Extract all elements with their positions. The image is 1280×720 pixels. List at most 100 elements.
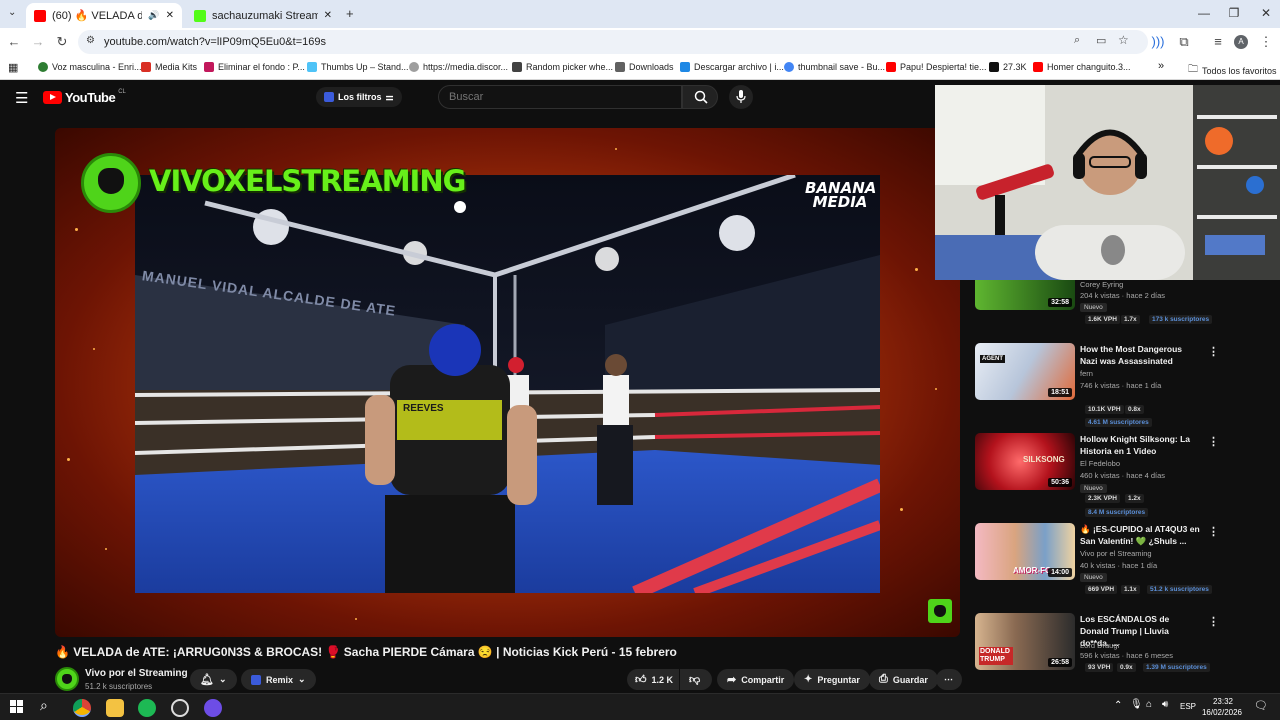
- search-icon[interactable]: ⌕: [40, 697, 48, 714]
- chevron-down-icon: ⌄: [218, 674, 227, 684]
- channel-name[interactable]: Vivo por el Streaming: [85, 668, 188, 679]
- video-thumbnail[interactable]: AMOR-FO 14:00: [975, 523, 1075, 580]
- video-player[interactable]: MANUEL VIDAL ALCALDE DE ATE REEVES VIVOX…: [55, 128, 960, 637]
- bookmark-item[interactable]: Downloads: [615, 62, 674, 72]
- tray-chevron-up-icon[interactable]: ⌃: [1114, 700, 1122, 711]
- video-channel[interactable]: Lord Draugr: [1080, 641, 1120, 650]
- bookmark-item[interactable]: Media Kits: [141, 62, 197, 72]
- chrome-taskbar-icon[interactable]: [73, 699, 91, 717]
- back-icon[interactable]: ←: [6, 34, 22, 49]
- video-channel[interactable]: Corey Eyring: [1080, 280, 1123, 289]
- video-meta: 746 k vistas · hace 1 día: [1080, 381, 1162, 390]
- search-field[interactable]: [438, 85, 682, 109]
- app-icon[interactable]: [204, 699, 222, 717]
- minimize-icon[interactable]: —: [1196, 6, 1212, 20]
- hamburger-menu-icon[interactable]: ☰: [15, 89, 28, 107]
- windows-start-icon[interactable]: [10, 700, 23, 713]
- video-thumbnail[interactable]: 32:58: [975, 280, 1075, 310]
- video-menu-icon[interactable]: ⋮: [1208, 615, 1219, 628]
- restore-icon[interactable]: ❐: [1226, 6, 1242, 20]
- tab-youtube-velada[interactable]: (60) 🔥 VELADA de ATE: ¡AR 🔊 ✕: [26, 3, 182, 28]
- profile-avatar[interactable]: A: [1234, 35, 1248, 49]
- tab-close-icon[interactable]: ✕: [324, 10, 332, 21]
- extensions-puzzle-icon[interactable]: ⧉: [1176, 34, 1192, 50]
- video-channel[interactable]: El Fedelobo: [1080, 459, 1120, 468]
- filters-button[interactable]: Los filtros ⚌: [316, 87, 402, 107]
- bookmark-item[interactable]: Homer changuito.3...: [1033, 62, 1131, 72]
- video-title[interactable]: Hollow Knight Silksong: La Historia en 1…: [1080, 433, 1200, 457]
- youtube-logo[interactable]: YouTube CL: [43, 89, 126, 105]
- bookmark-star-icon[interactable]: ☆: [1118, 33, 1129, 47]
- cast-icon[interactable]: ▭: [1096, 34, 1106, 47]
- notifications-subscribe-button[interactable]: 🔔︎ ⌄: [190, 669, 237, 690]
- recommended-video[interactable]: AGENT 18:51 How the Most Dangerous Nazi …: [975, 343, 1275, 427]
- network-icon[interactable]: ⌂: [1146, 699, 1152, 710]
- site-info-icon[interactable]: ⚙: [86, 35, 95, 46]
- reload-icon[interactable]: ↻: [54, 34, 70, 50]
- more-actions-button[interactable]: ⋯: [936, 669, 962, 690]
- tab-title: (60) 🔥 VELADA de ATE: ¡AR: [52, 10, 143, 22]
- voice-search-button[interactable]: [729, 85, 753, 109]
- volume-icon[interactable]: 🔊︎: [1162, 699, 1168, 710]
- url-text[interactable]: youtube.com/watch?v=lIP09mQ5Eu0&t=169s: [104, 36, 326, 48]
- overlay-brand-text: VIVOXELSTREAMING: [149, 164, 466, 198]
- dislike-button[interactable]: 👎︎: [680, 669, 712, 690]
- all-bookmarks-folder[interactable]: 🗀 Todos los favoritos: [1188, 62, 1277, 79]
- video-title[interactable]: How the Most Dangerous Nazi was Assassin…: [1080, 343, 1200, 367]
- zoom-icon[interactable]: ⌕: [1074, 34, 1080, 47]
- new-tab-icon[interactable]: +: [346, 6, 354, 21]
- microphone-tray-icon[interactable]: 🎙︎: [1130, 699, 1143, 710]
- forward-icon[interactable]: →: [30, 34, 46, 49]
- video-channel[interactable]: Vivo por el Streaming: [1080, 549, 1152, 558]
- address-bar[interactable]: ⚙ youtube.com/watch?v=lIP09mQ5Eu0&t=169s…: [78, 30, 1148, 54]
- bookmark-item[interactable]: Eliminar el fondo : P...: [204, 62, 305, 72]
- video-channel[interactable]: fern: [1080, 369, 1093, 378]
- tab-search-icon[interactable]: ⌄: [8, 7, 16, 18]
- recommended-video[interactable]: 32:58 Corey Eyring 204 k vistas · hace 2…: [975, 253, 1275, 324]
- search-input[interactable]: [449, 91, 669, 103]
- clock-date[interactable]: 16/02/2026: [1199, 708, 1245, 717]
- bookmark-item[interactable]: 27.3K: [989, 62, 1027, 72]
- bell-icon: 🔔︎: [200, 674, 214, 686]
- file-explorer-icon[interactable]: [106, 699, 124, 717]
- notifications-icon[interactable]: 🗨︎: [1254, 699, 1268, 712]
- bookmark-item[interactable]: Random picker whe...: [512, 62, 613, 72]
- bookmark-item[interactable]: Thumbs Up – Stand...: [307, 62, 409, 72]
- bookmark-item[interactable]: Descargar archivo | i...: [680, 62, 784, 72]
- bookmark-item[interactable]: thumbnail save - Bu...: [784, 62, 885, 72]
- channel-avatar[interactable]: [55, 667, 79, 691]
- recommended-video[interactable]: AMOR-FO 14:00 🔥 ¡ES-CUPIDO al AT4QU3 en …: [975, 523, 1275, 594]
- obs-icon[interactable]: [171, 699, 189, 717]
- ask-button[interactable]: ✦ Preguntar: [794, 669, 870, 690]
- clock-time[interactable]: 23:32: [1207, 697, 1239, 706]
- video-menu-icon[interactable]: ⋮: [1208, 345, 1219, 358]
- tab-close-icon[interactable]: ✕: [166, 10, 174, 21]
- recommended-video[interactable]: DONALD TRUMP 26:58 Los ESCÁNDALOS de Don…: [975, 613, 1275, 683]
- like-button[interactable]: 👍︎ 1.2 K: [627, 669, 679, 690]
- video-menu-icon[interactable]: ⋮: [1208, 435, 1219, 448]
- extension-wave-icon[interactable]: ))): [1150, 34, 1166, 49]
- bookmark-item[interactable]: https://media.discor...: [409, 62, 508, 72]
- video-thumbnail[interactable]: AGENT 18:51: [975, 343, 1075, 400]
- apps-grid-icon[interactable]: ▦: [8, 61, 18, 74]
- video-menu-icon[interactable]: ⋮: [1208, 525, 1219, 538]
- speaker-icon[interactable]: 🔊: [148, 10, 159, 21]
- more-bookmarks-icon[interactable]: »: [1158, 60, 1164, 72]
- tiktok-icon: [989, 62, 999, 72]
- close-window-icon[interactable]: ✕: [1258, 6, 1274, 20]
- video-thumbnail[interactable]: DONALD TRUMP 26:58: [975, 613, 1075, 670]
- recommended-video[interactable]: SILKSONG 50:36 Hollow Knight Silksong: L…: [975, 433, 1275, 517]
- media-control-icon[interactable]: ≡: [1210, 34, 1226, 49]
- language-indicator[interactable]: ESP: [1180, 702, 1196, 711]
- video-title[interactable]: 🔥 ¡ES-CUPIDO al AT4QU3 en San Valentín! …: [1080, 523, 1200, 547]
- chrome-menu-icon[interactable]: ⋮: [1258, 34, 1274, 50]
- tab-kick-stream[interactable]: sachauzumaki Stream - Watch ✕: [186, 3, 340, 28]
- bookmark-item[interactable]: Papu! Despierta! tie...: [886, 62, 987, 72]
- remix-button[interactable]: Remix ⌄: [241, 669, 316, 690]
- spotify-icon[interactable]: [138, 699, 156, 717]
- video-thumbnail[interactable]: SILKSONG 50:36: [975, 433, 1075, 490]
- save-button[interactable]: ⎙ Guardar: [869, 669, 938, 690]
- bookmark-item[interactable]: Voz masculina - Enri...: [38, 62, 142, 72]
- search-button[interactable]: [682, 85, 718, 109]
- share-button[interactable]: ➦ Compartir: [717, 669, 795, 690]
